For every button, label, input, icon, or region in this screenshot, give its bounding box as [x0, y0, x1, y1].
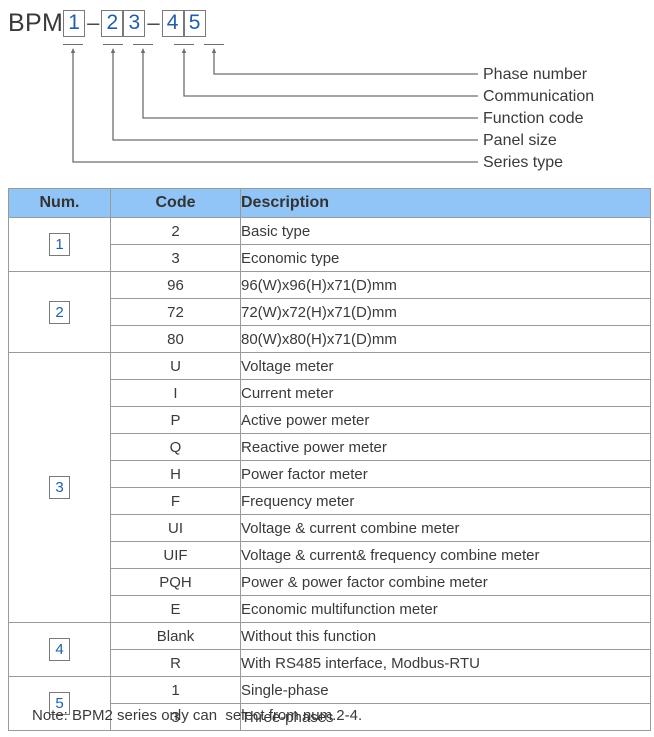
- cell-description: Frequency meter: [240, 487, 651, 515]
- leader-label-function-code: Function code: [483, 110, 584, 127]
- leader-label-phase-number: Phase number: [483, 66, 588, 83]
- cell-code: E: [110, 595, 241, 623]
- leader-line-series-type: [72, 52, 478, 163]
- cell-code: U: [110, 352, 241, 380]
- cell-code: 2: [110, 217, 241, 245]
- cell-description: Economic type: [240, 244, 651, 272]
- cell-num-group-1: 1: [8, 217, 111, 272]
- cell-description: Basic type: [240, 217, 651, 245]
- leader-label-panel-size: Panel size: [483, 132, 557, 149]
- model-code-diagram: BPM 1 – 2 3 – 4 5 Phase number Communica…: [0, 0, 654, 185]
- cell-description: Voltage & current& frequency combine met…: [240, 541, 651, 569]
- table-note: Note: BPM2 series only can select from n…: [32, 707, 363, 724]
- cell-num-group-4: 4: [8, 622, 111, 677]
- cell-description: Economic multifunction meter: [240, 595, 651, 623]
- cell-description: Single-phase: [240, 676, 651, 704]
- cell-description: Reactive power meter: [240, 433, 651, 461]
- cell-description: 80(W)x80(H)x71(D)mm: [240, 325, 651, 353]
- column-header-code: Code: [110, 188, 241, 218]
- num-chip: 2: [49, 300, 70, 324]
- table-header: Num. Code Description: [8, 188, 651, 218]
- cell-description: 72(W)x72(H)x71(D)mm: [240, 298, 651, 326]
- table-row: 2 96 96(W)x96(H)x71(D)mm: [8, 271, 651, 353]
- cell-code: 1: [110, 676, 241, 704]
- cell-code: I: [110, 379, 241, 407]
- leader-line-function-code: [142, 52, 478, 119]
- column-header-description: Description: [240, 188, 651, 218]
- leader-label-communication: Communication: [483, 88, 595, 105]
- cell-code: H: [110, 460, 241, 488]
- cell-description: 96(W)x96(H)x71(D)mm: [240, 271, 651, 299]
- num-chip: 4: [49, 638, 70, 661]
- cell-num-group-3: 3: [8, 352, 111, 623]
- table-row: 1 2 Basic type: [8, 217, 651, 272]
- cell-code: P: [110, 406, 241, 434]
- cell-description: Voltage & current combine meter: [240, 514, 651, 542]
- table-body: 1 2 Basic type 3 Economic type 2 96 96(W)x96(H)…: [8, 217, 651, 731]
- cell-code: 3: [110, 244, 241, 272]
- cell-description: Current meter: [240, 379, 651, 407]
- cell-code: F: [110, 487, 241, 515]
- cell-code: PQH: [110, 568, 241, 596]
- leader-arrowheads: [70, 48, 217, 53]
- cell-description: Without this function: [240, 622, 651, 650]
- cell-code: 80: [110, 325, 241, 353]
- cell-description: Power factor meter: [240, 460, 651, 488]
- table-row: 5 1 Single-phase: [8, 676, 651, 731]
- leader-line-phase-number: [213, 52, 478, 75]
- cell-description: Active power meter: [240, 406, 651, 434]
- model-code-table: Num. Code Description 1 2 Basic type 3 Econo…: [8, 188, 651, 731]
- num-chip: 3: [49, 476, 70, 499]
- table-row: 4 Blank Without this function: [8, 622, 651, 677]
- table-row: 3 U Voltage meter: [8, 352, 651, 623]
- cell-code: 96: [110, 271, 241, 299]
- column-header-num: Num.: [8, 188, 111, 218]
- leader-label-series-type: Series type: [483, 154, 564, 171]
- num-chip: 1: [49, 233, 70, 256]
- table-header-row: Num. Code Description: [8, 188, 651, 218]
- cell-code: R: [110, 649, 241, 677]
- cell-code: Q: [110, 433, 241, 461]
- cell-code: 72: [110, 298, 241, 326]
- cell-num-group-2: 2: [8, 271, 111, 353]
- cell-description: With RS485 interface, Modbus-RTU: [240, 649, 651, 677]
- cell-code: UI: [110, 514, 241, 542]
- cell-description: Power & power factor combine meter: [240, 568, 651, 596]
- cell-code: Blank: [110, 622, 241, 650]
- cell-code: UIF: [110, 541, 241, 569]
- cell-description: Voltage meter: [240, 352, 651, 380]
